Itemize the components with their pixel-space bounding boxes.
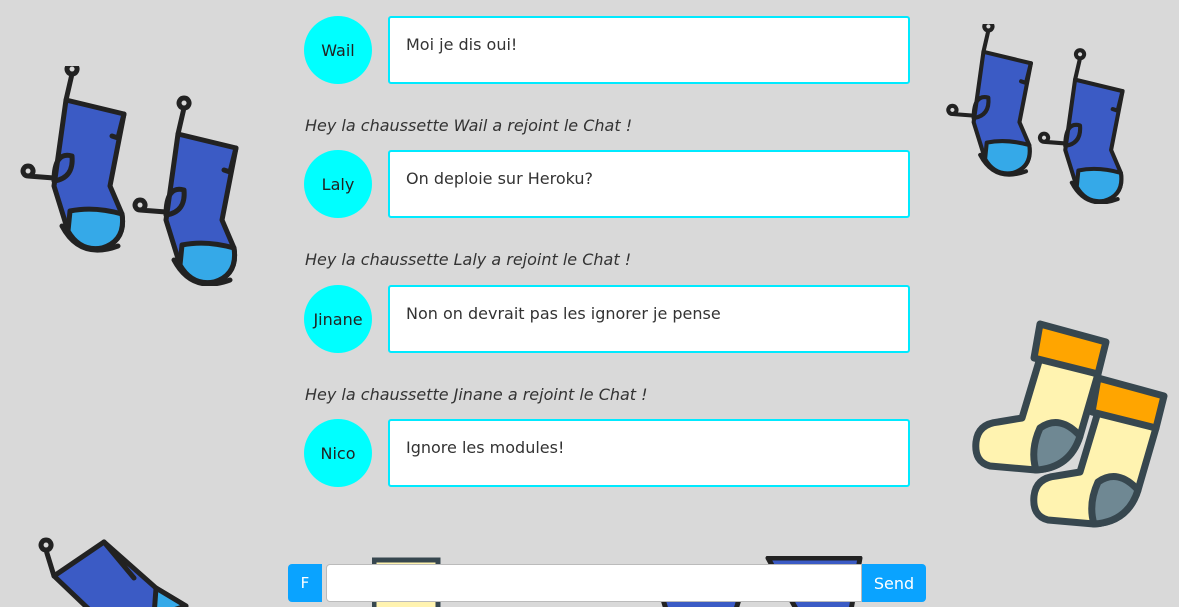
message-bubble: On deploie sur Heroku? — [388, 150, 910, 218]
yellow-socks-icon — [972, 320, 1168, 528]
message-text: On deploie sur Heroku? — [406, 169, 594, 188]
blue-socks-icon — [38, 537, 189, 607]
chat-message: Wail Moi je dis oui! — [304, 16, 910, 84]
blue-socks-icon — [946, 24, 1125, 204]
avatar: Wail — [304, 16, 372, 84]
message-bubble: Non on devrait pas les ignorer je pense — [388, 285, 910, 353]
chat-message: Jinane Non on devrait pas les ignorer je… — [304, 285, 910, 353]
avatar: Laly — [304, 150, 372, 218]
message-bubble: Moi je dis oui! — [388, 16, 910, 84]
message-input[interactable] — [326, 564, 862, 602]
avatar: Jinane — [304, 285, 372, 353]
avatar: Nico — [304, 419, 372, 487]
blue-socks-icon — [20, 66, 239, 286]
send-button[interactable]: Send — [862, 564, 926, 602]
join-notice: Hey la chaussette Wail a rejoint le Chat… — [305, 116, 633, 135]
message-author: Nico — [320, 443, 356, 463]
chat-message: Nico Ignore les modules! — [304, 419, 910, 487]
message-text: Moi je dis oui! — [406, 35, 518, 54]
message-bubble: Ignore les modules! — [388, 419, 910, 487]
message-author: Jinane — [313, 309, 363, 329]
chat-message: Laly On deploie sur Heroku? — [304, 150, 910, 218]
message-author: Wail — [321, 40, 355, 60]
join-notice: Hey la chaussette Jinane a rejoint le Ch… — [305, 385, 648, 404]
chat-page: Wail Moi je dis oui! Hey la chaussette W… — [0, 0, 1179, 607]
f-button[interactable]: F — [288, 564, 322, 602]
join-notice: Hey la chaussette Laly a rejoint le Chat… — [305, 250, 632, 269]
message-text: Ignore les modules! — [406, 438, 565, 457]
message-composer: F Send — [288, 564, 926, 602]
message-author: Laly — [321, 174, 355, 194]
message-text: Non on devrait pas les ignorer je pense — [406, 304, 721, 323]
